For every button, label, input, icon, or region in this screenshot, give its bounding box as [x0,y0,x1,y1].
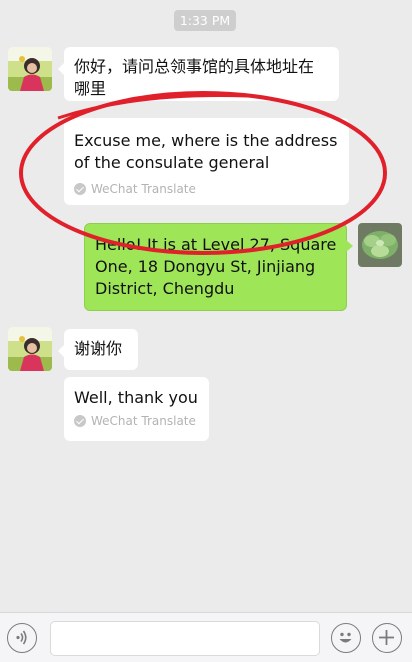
message-text-input[interactable] [50,621,320,656]
translation-text: Excuse me, where is the address of the c… [74,131,338,172]
translation-text: Well, thank you [74,388,198,407]
translation-bubble[interactable]: Excuse me, where is the address of the c… [64,118,349,205]
voice-icon [16,630,27,645]
emoji-button[interactable] [331,623,361,653]
translation-source-label: WeChat Translate [91,414,196,428]
check-icon [74,415,86,427]
message-bubble-incoming[interactable]: 你好，请问总领事馆的具体地址在哪里 [58,47,339,101]
check-icon [74,183,86,195]
message-bubble-incoming[interactable]: 谢谢你 [58,329,138,370]
message-input-bar [0,612,412,662]
translation-source: WeChat Translate [74,182,339,196]
message-text: 你好，请问总领事馆的具体地址在哪里 [74,57,315,98]
translation-bubble[interactable]: Well, thank you WeChat Translate [64,377,209,441]
message-bubble-outgoing[interactable]: Hello! It is at Level 27, Square One, 18… [84,223,353,311]
translation-source-label: WeChat Translate [91,182,196,196]
message-timestamp: 1:33 PM [174,10,236,31]
contact-avatar[interactable] [8,327,52,371]
contact-avatar[interactable] [8,47,52,91]
plus-icon [379,630,394,645]
translation-source: WeChat Translate [74,414,199,428]
add-button[interactable] [372,623,402,653]
voice-button[interactable] [7,623,37,653]
message-text: 谢谢你 [74,339,123,358]
message-text: Hello! It is at Level 27, Square One, 18… [95,235,337,298]
my-avatar[interactable] [358,223,402,267]
emoji-icon [339,632,352,643]
